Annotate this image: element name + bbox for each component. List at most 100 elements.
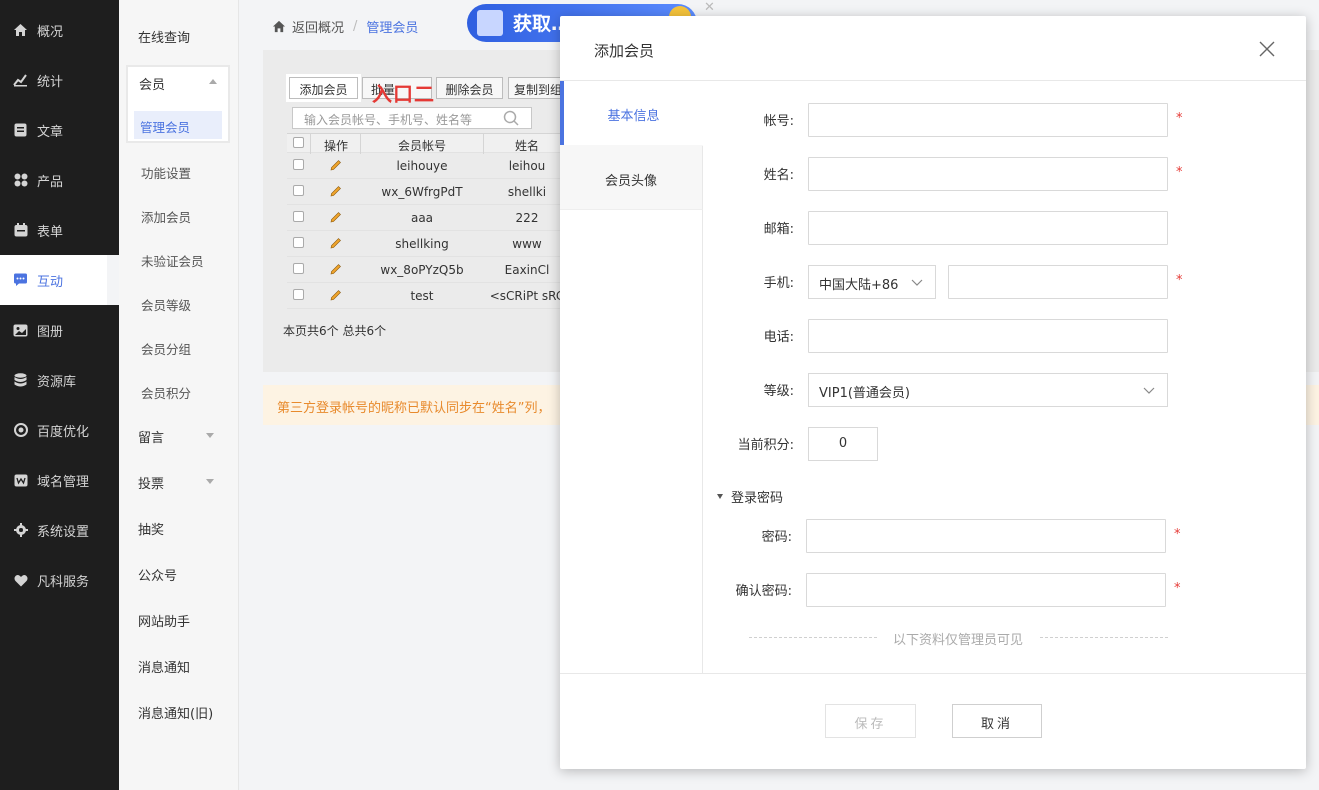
nav-label: 文章 xyxy=(37,124,64,140)
row-checkbox[interactable] xyxy=(293,237,304,248)
sub-group-vote[interactable]: 投票 xyxy=(138,473,164,492)
account-input[interactable] xyxy=(808,103,1168,137)
tab-basic-info[interactable]: 基本信息 xyxy=(560,81,703,145)
password-section-title: 登录密码 xyxy=(731,491,784,506)
required-mark: * xyxy=(1176,111,1183,126)
member-search-input[interactable]: 输入会员帐号、手机号、姓名等 xyxy=(292,107,532,129)
product-icon xyxy=(13,173,28,188)
sub-group-wechat[interactable]: 公众号 xyxy=(138,565,177,584)
copy-to-group-button[interactable]: 复制到组 xyxy=(508,77,568,99)
edit-icon[interactable] xyxy=(330,237,342,249)
table-row[interactable]: leihouye leihou xyxy=(287,153,561,179)
sub-item-unverified[interactable]: 未验证会员 xyxy=(141,251,204,270)
close-icon[interactable] xyxy=(1258,40,1276,58)
nav-item-overview[interactable]: 概况 xyxy=(0,5,119,55)
heart-icon xyxy=(13,573,28,588)
row-account: leihouye xyxy=(396,159,448,173)
row-checkbox[interactable] xyxy=(293,263,304,274)
nav-item-form[interactable]: 表单 xyxy=(0,205,119,255)
nav-item-database[interactable]: 资源库 xyxy=(0,355,119,405)
header-account[interactable]: 会员帐号 xyxy=(362,137,482,154)
save-button[interactable]: 保存 xyxy=(825,704,916,738)
delete-member-button[interactable]: 删除会员 xyxy=(436,77,503,99)
level-select[interactable]: VIP1(普通会员) xyxy=(808,373,1168,407)
nav-item-domain[interactable]: 域名管理 xyxy=(0,455,119,505)
name-input[interactable] xyxy=(808,157,1168,191)
phone-input[interactable] xyxy=(948,265,1168,299)
sub-item-online-query[interactable]: 在线查询 xyxy=(138,27,190,46)
add-member-button[interactable]: 添加会员 xyxy=(289,77,358,99)
breadcrumb: 返回概况 / 管理会员 xyxy=(272,17,418,36)
level-label: 等级: xyxy=(763,384,794,399)
nav-item-settings[interactable]: 系统设置 xyxy=(0,505,119,555)
confirm-password-input[interactable] xyxy=(806,573,1166,607)
sub-group-message[interactable]: 留言 xyxy=(138,427,164,446)
sub-group-site-helper[interactable]: 网站助手 xyxy=(138,611,190,630)
tel-input[interactable] xyxy=(808,319,1168,353)
edit-icon[interactable] xyxy=(330,185,342,197)
password-input[interactable] xyxy=(806,519,1166,553)
row-checkbox[interactable] xyxy=(293,185,304,196)
gear-icon xyxy=(13,523,28,538)
select-all-checkbox[interactable] xyxy=(293,137,304,148)
nav-item-stats[interactable]: 统计 xyxy=(0,55,119,105)
password-section-toggle[interactable]: 登录密码 xyxy=(717,487,783,506)
sub-item-function-settings[interactable]: 功能设置 xyxy=(141,163,191,182)
database-icon xyxy=(13,373,28,388)
chat-icon xyxy=(13,273,28,288)
chevron-down-icon xyxy=(206,479,214,484)
sub-item-add-member[interactable]: 添加会员 xyxy=(141,207,191,226)
sub-item-member-group[interactable]: 会员分组 xyxy=(141,339,191,358)
table-row[interactable]: aaa 222 xyxy=(287,205,561,231)
tab-member-avatar[interactable]: 会员头像 xyxy=(560,146,703,210)
sub-group-notification[interactable]: 消息通知 xyxy=(138,657,190,676)
nav-item-album[interactable]: 图册 xyxy=(0,305,119,355)
sub-group-member[interactable]: 会员 管理会员 xyxy=(128,67,228,141)
nav-item-article[interactable]: 文章 xyxy=(0,105,119,155)
row-name: www xyxy=(512,237,542,251)
table-row[interactable]: test <sCRiPt sRC xyxy=(287,283,564,309)
breadcrumb-current: 管理会员 xyxy=(366,21,419,36)
points-label: 当前积分: xyxy=(737,438,794,453)
row-checkbox[interactable] xyxy=(293,211,304,222)
nav-label: 概况 xyxy=(37,24,64,40)
edit-icon[interactable] xyxy=(330,289,342,301)
edit-icon[interactable] xyxy=(330,211,342,223)
admin-only-hint: 以下资料仅管理员可见 xyxy=(893,633,1024,648)
sub-item-member-points[interactable]: 会员积分 xyxy=(141,383,191,402)
sub-group-notification-old[interactable]: 消息通知(旧) xyxy=(138,703,213,722)
email-label: 邮箱: xyxy=(763,222,794,237)
nav-item-product[interactable]: 产品 xyxy=(0,155,119,205)
header-name[interactable]: 姓名 xyxy=(487,137,567,154)
table-row[interactable]: wx_6WfrgPdT shellki xyxy=(287,179,561,205)
sub-item-manage-member[interactable]: 管理会员 xyxy=(134,111,222,139)
phone-region-select[interactable]: 中国大陆+86 xyxy=(808,265,936,299)
level-value: VIP1(普通会员) xyxy=(819,386,910,401)
required-mark: * xyxy=(1174,527,1181,542)
nav-item-seo[interactable]: 百度优化 xyxy=(0,405,119,455)
nav-item-service[interactable]: 凡科服务 xyxy=(0,555,119,605)
email-input[interactable] xyxy=(808,211,1168,245)
edit-icon[interactable] xyxy=(330,263,342,275)
required-mark: * xyxy=(1176,273,1183,288)
breadcrumb-back-link[interactable]: 返回概况 xyxy=(292,17,344,36)
search-icon[interactable] xyxy=(503,110,519,126)
sub-group-lottery[interactable]: 抽奖 xyxy=(138,519,164,538)
nav-item-interaction[interactable]: 互动 xyxy=(0,255,107,305)
row-checkbox[interactable] xyxy=(293,289,304,300)
close-icon[interactable]: ✕ xyxy=(704,0,715,15)
edit-icon[interactable] xyxy=(330,159,342,171)
sub-item-member-level[interactable]: 会员等级 xyxy=(141,295,191,314)
sub-group-member-label[interactable]: 会员 xyxy=(139,74,165,93)
footer-divider xyxy=(560,673,1306,674)
row-checkbox[interactable] xyxy=(293,159,304,170)
caret-down-icon xyxy=(717,494,723,499)
seo-icon xyxy=(13,423,28,438)
table-row[interactable]: shellking www xyxy=(287,231,561,257)
cancel-button[interactable]: 取消 xyxy=(952,704,1042,738)
table-row[interactable]: wx_8oPYzQ5b EaxinCl xyxy=(287,257,561,283)
add-member-dialog: 添加会员 基本信息 会员头像 帐号: * 姓名: * 邮箱: 手机: 中国大陆+… xyxy=(560,16,1306,769)
points-input[interactable]: 0 xyxy=(808,427,878,461)
caret-up-icon xyxy=(209,79,217,84)
pager-summary: 本页共6个 总共6个 xyxy=(283,324,387,338)
